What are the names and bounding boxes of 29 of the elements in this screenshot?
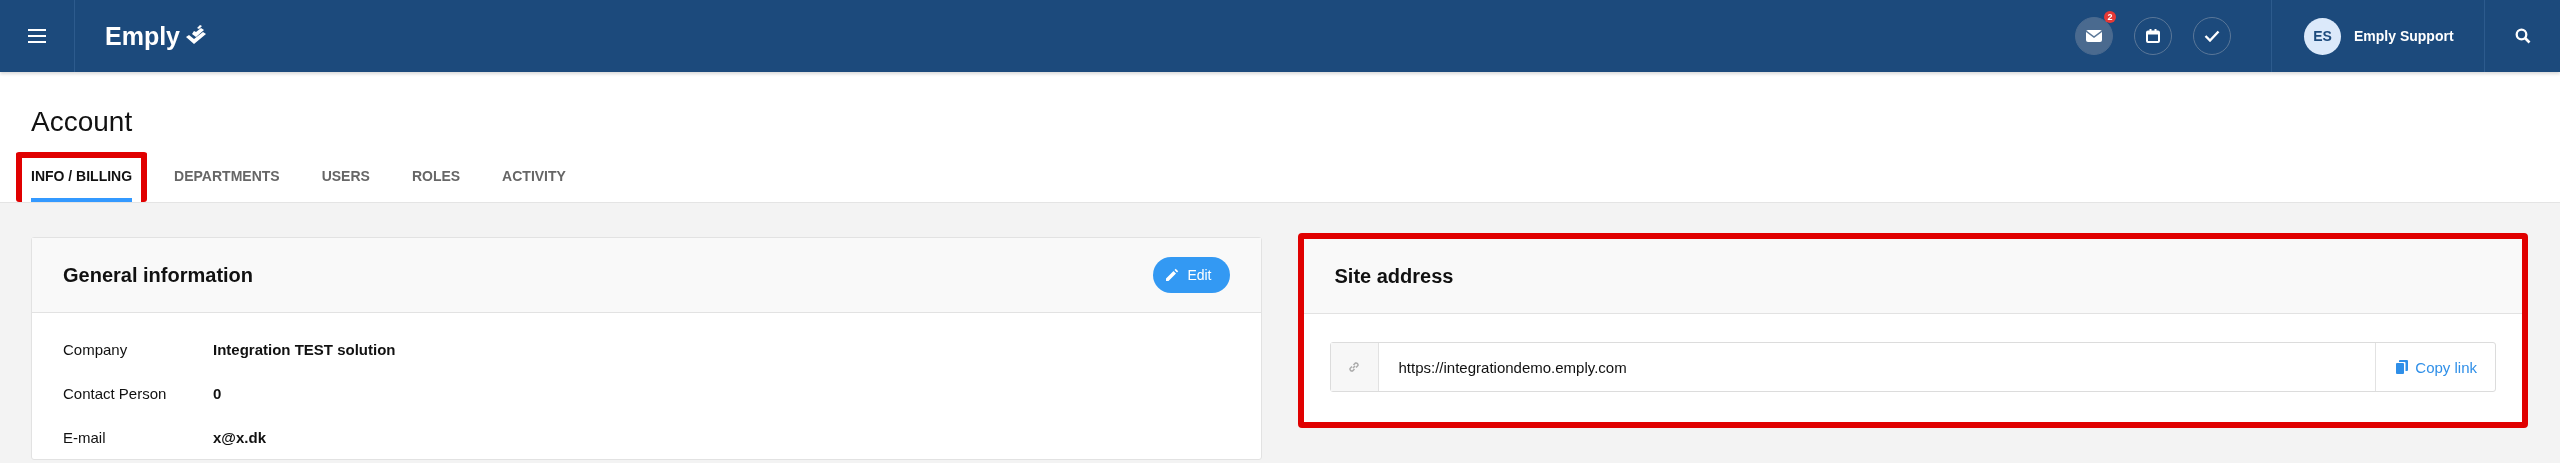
- pencil-icon: [1165, 268, 1180, 282]
- field-value: x@x.dk: [213, 428, 266, 446]
- checkmark-icon: [2204, 30, 2220, 42]
- field-value: Integration TEST solution: [213, 340, 396, 358]
- tab[interactable]: USERS: [321, 158, 370, 202]
- search-icon: [2514, 28, 2531, 44]
- page-title: Account: [31, 105, 134, 138]
- menu-icon: [28, 29, 46, 43]
- edit-button[interactable]: Edit: [1153, 257, 1230, 293]
- card-title: General information: [63, 263, 254, 287]
- copy-link-button[interactable]: Copy link: [2375, 343, 2495, 391]
- field-label: Contact Person: [63, 384, 168, 402]
- card-title: Site address: [1334, 264, 1454, 288]
- link-icon: [1330, 343, 1379, 391]
- tab[interactable]: ACTIVITY: [502, 158, 566, 202]
- tab[interactable]: INFO / BILLING: [31, 158, 133, 202]
- notification-badge: 2: [2104, 11, 2116, 23]
- envelope-icon: [2086, 30, 2102, 42]
- field-value: 0: [213, 384, 222, 402]
- field-label: E-mail: [63, 428, 107, 446]
- user-name[interactable]: Emply Support: [2354, 28, 2454, 44]
- logo-text: Emply: [105, 21, 181, 51]
- field-label: Company: [63, 340, 129, 358]
- user-avatar[interactable]: ES: [2304, 17, 2341, 55]
- tab[interactable]: ROLES: [411, 158, 461, 202]
- tab[interactable]: DEPARTMENTS: [174, 158, 280, 202]
- copy-icon: [2396, 360, 2409, 374]
- calendar-icon: [2146, 29, 2160, 43]
- url-field[interactable]: https://integrationdemo.emply.com Copy link: [1329, 342, 2496, 392]
